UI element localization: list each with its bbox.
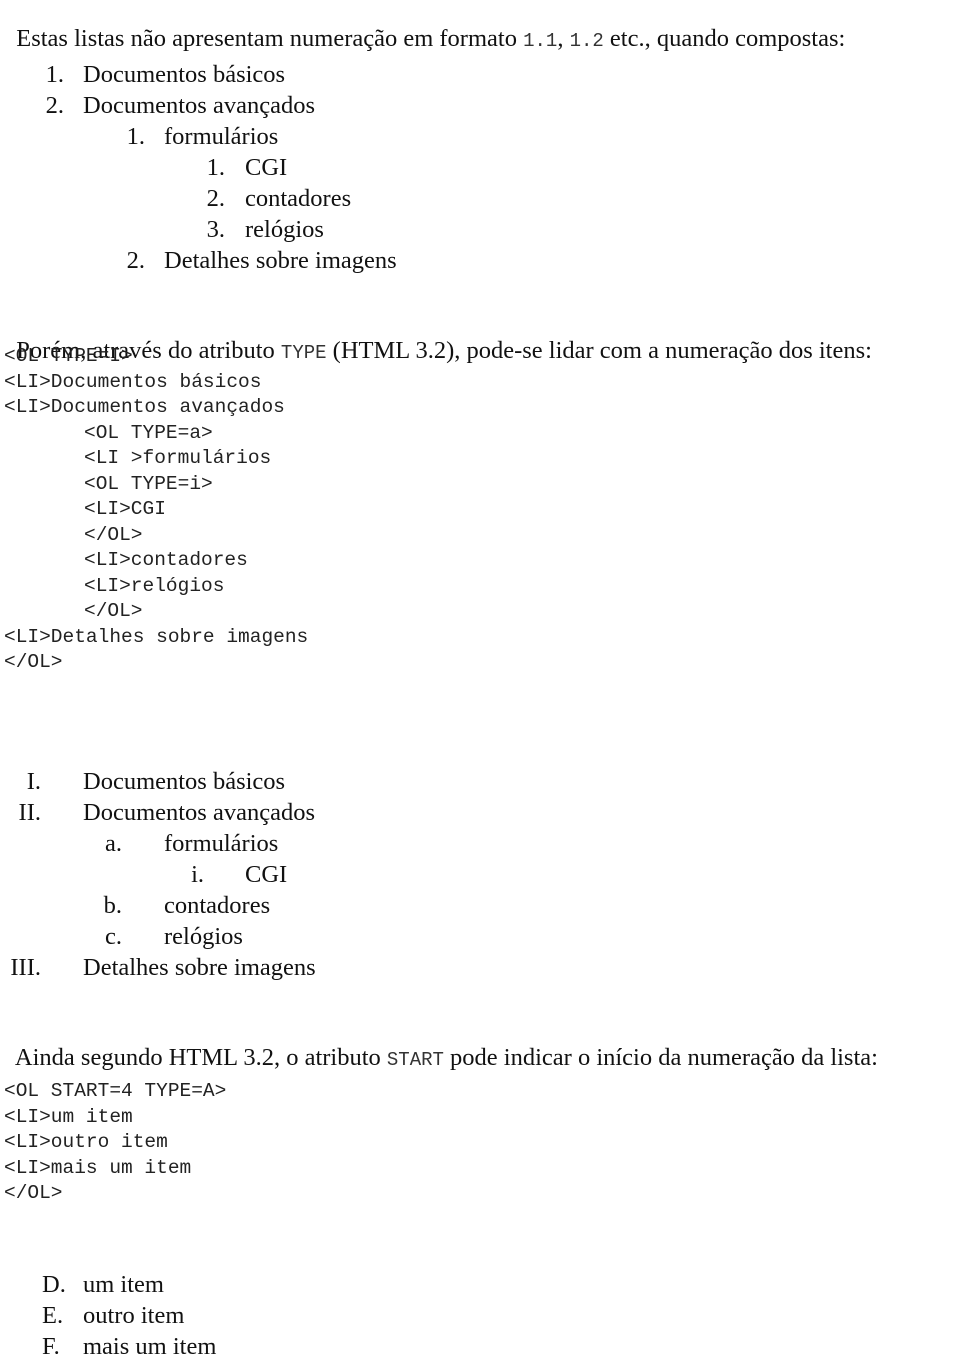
intro-code-1-1: 1.1 <box>523 29 558 52</box>
list-item-text: relógios <box>164 923 243 950</box>
list-item-text: formulários <box>164 123 279 150</box>
list-item-text: Documentos básicos <box>83 61 286 88</box>
list-marker: 2. <box>126 247 145 274</box>
para3-code-start: START <box>386 1048 444 1071</box>
code-line: <OL TYPE=a> <box>84 421 213 444</box>
intro-comma: , <box>557 24 570 52</box>
list-marker: a. <box>105 830 122 857</box>
code-line: </OL> <box>4 651 63 673</box>
code-line: <LI>relógios <box>84 574 225 597</box>
list-item-text: CGI <box>245 154 288 181</box>
para2-code-type: TYPE <box>280 341 327 364</box>
code-line: <LI>um item <box>4 1105 133 1128</box>
code-line: <OL START=4 TYPE=A> <box>4 1080 227 1102</box>
list-marker: E. <box>42 1302 64 1329</box>
list-marker: b. <box>103 892 122 919</box>
list-item-text: Detalhes sobre imagens <box>164 247 397 274</box>
type-attribute-paragraph: Porém, através do atributo TYPE (HTML 3.… <box>4 314 872 363</box>
intro-code-1-2: 1.2 <box>569 29 604 52</box>
list-marker: 1. <box>45 61 64 88</box>
code-line: <OL TYPE=i> <box>84 472 213 495</box>
code-line: <LI>outro item <box>4 1131 168 1153</box>
code-line: <LI>Documentos básicos <box>4 370 262 393</box>
code-line: <LI>Detalhes sobre imagens <box>4 625 309 648</box>
code-line: <LI>mais um item <box>4 1156 192 1179</box>
list-marker: 2. <box>45 92 64 119</box>
code-line: </OL> <box>84 523 143 546</box>
intro-text-before: Estas listas não apresentam numeração em… <box>16 24 524 52</box>
list-marker: I. <box>26 768 41 795</box>
list-item-text: Detalhes sobre imagens <box>83 954 316 981</box>
code-line: <LI >formulários <box>84 447 272 469</box>
list-marker: 1. <box>126 123 145 150</box>
intro-paragraph: Estas listas não apresentam numeração em… <box>4 2 845 51</box>
list-marker: 2. <box>206 185 225 212</box>
intro-text-after: etc., quando compostas: <box>603 24 846 52</box>
list-item-text: Documentos avançados <box>83 799 315 826</box>
list-item-text: Documentos avançados <box>83 92 315 119</box>
list-item-text: CGI <box>245 861 288 888</box>
code-line: <LI>CGI <box>84 498 166 520</box>
list-marker: F. <box>42 1333 60 1360</box>
list-marker: D. <box>42 1271 66 1298</box>
code-line: <LI>contadores <box>84 549 248 571</box>
list-item-text: outro item <box>83 1302 185 1329</box>
list-item-text: contadores <box>164 892 271 919</box>
list-marker: i. <box>191 861 204 888</box>
list-marker: II. <box>18 799 41 826</box>
list-marker: 1. <box>206 154 225 181</box>
para3-text-before: Ainda segundo HTML 3.2, o atributo <box>14 1043 387 1071</box>
code-line: <LI>Documentos avançados <box>4 396 285 418</box>
para2-text-after: (HTML 3.2), pode-se lidar com a numeraçã… <box>326 336 872 364</box>
list-marker: 3. <box>206 216 225 243</box>
list-item-text: um item <box>83 1271 164 1298</box>
list-marker: III. <box>10 954 41 981</box>
para3-text-after: pode indicar o início da numeração da li… <box>443 1043 878 1071</box>
list-item-text: contadores <box>245 185 352 212</box>
list-marker: c. <box>105 923 122 950</box>
start-attribute-paragraph: Ainda segundo HTML 3.2, o atributo START… <box>4 1021 878 1070</box>
code-line: <OL TYPE=I> <box>4 345 133 367</box>
list-item-text: mais um item <box>83 1333 217 1360</box>
list-item-text: Documentos básicos <box>83 768 286 795</box>
code-line: </OL> <box>84 600 143 622</box>
list-item-text: relógios <box>245 216 324 243</box>
list-item-text: formulários <box>164 830 279 857</box>
code-line: </OL> <box>4 1182 63 1204</box>
